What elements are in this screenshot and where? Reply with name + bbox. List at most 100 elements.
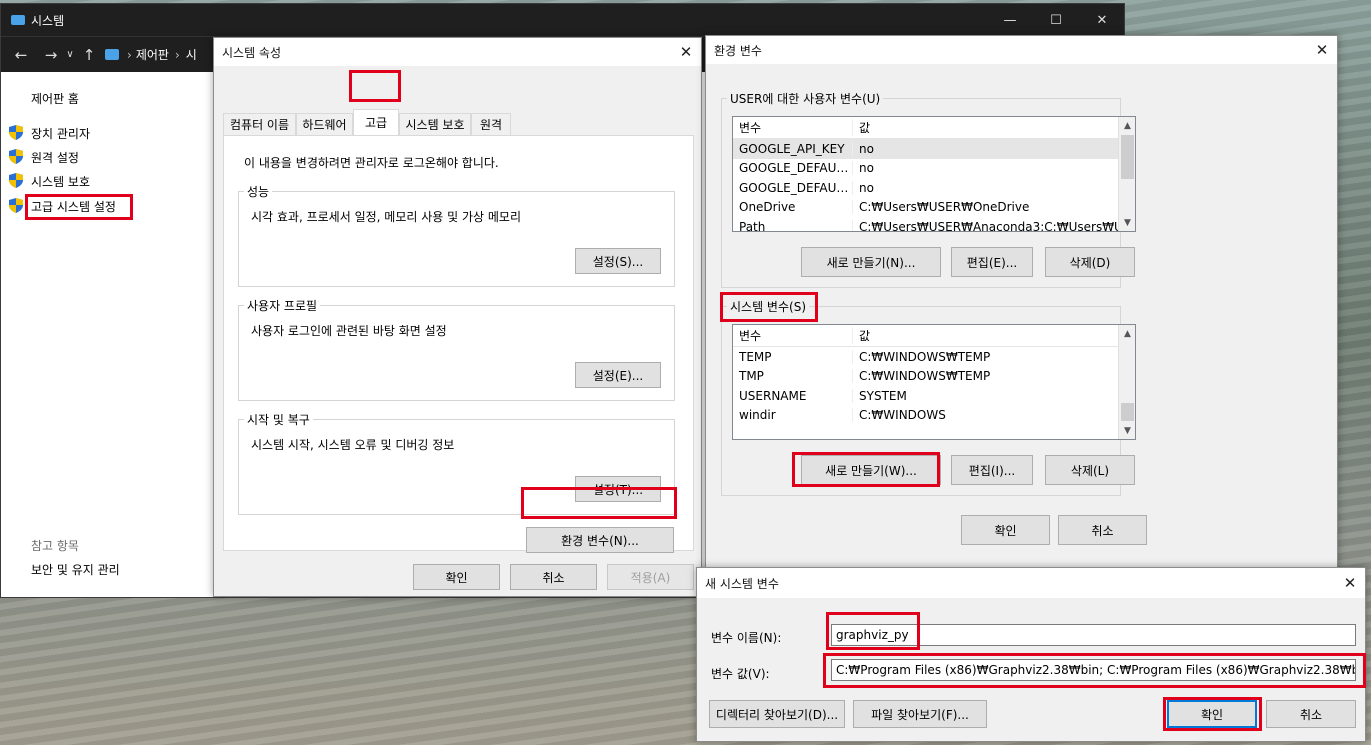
user-variables-group-title: USER에 대한 사용자 변수(U) <box>727 90 884 107</box>
breadcrumb-system[interactable]: 시 <box>186 46 197 63</box>
tab-system-protection[interactable]: 시스템 보호 <box>399 113 471 135</box>
shield-icon <box>9 198 23 213</box>
chevron-down-icon[interactable]: ∨ <box>63 49 77 60</box>
highlight-box <box>25 194 133 220</box>
dialog-title: 환경 변수 <box>714 43 762 58</box>
system-variables-list[interactable]: 변수 값 TEMP C:₩WINDOWS₩TEMP TMP C:₩WINDOWS₩TE… <box>732 324 1136 440</box>
list-item[interactable]: windir C:₩WINDOWS <box>733 406 1135 426</box>
variable-value-label: 변수 값(V): <box>711 667 770 681</box>
cancel-button[interactable]: 취소 <box>1266 700 1356 728</box>
close-icon[interactable]: ✕ <box>1307 36 1337 64</box>
tab-remote[interactable]: 원격 <box>471 113 511 135</box>
system-window-titlebar: 시스템 — ☐ ✕ <box>1 4 1124 36</box>
sidebar-item-device-manager[interactable]: 장치 관리자 <box>9 125 91 142</box>
performance-group-title: 성능 <box>244 183 273 200</box>
forward-arrow-icon[interactable]: → <box>39 46 63 64</box>
scrollbar[interactable]: ▲ ▼ <box>1118 325 1135 439</box>
sidebar-security-maintenance-link[interactable]: 보안 및 유지 관리 <box>31 561 120 578</box>
see-also-title: 참고 항목 <box>31 539 79 553</box>
sidebar-item-label: 장치 관리자 <box>31 127 91 141</box>
scroll-down-icon: ▼ <box>1124 217 1131 228</box>
breadcrumb-separator-icon: › <box>127 47 132 62</box>
user-profile-group: 사용자 프로필 사용자 로그인에 관련된 바탕 화면 설정 설정(E)... <box>238 297 675 401</box>
user-profile-group-title: 사용자 프로필 <box>244 297 321 314</box>
list-item[interactable]: TEMP C:₩WINDOWS₩TEMP <box>733 347 1135 367</box>
scroll-up-icon: ▲ <box>1124 120 1131 131</box>
system-delete-button[interactable]: 삭제(L) <box>1045 455 1135 485</box>
performance-settings-button[interactable]: 설정(S)... <box>575 248 661 274</box>
sidebar-item-remote-settings[interactable]: 원격 설정 <box>9 149 79 166</box>
close-icon[interactable]: ✕ <box>1335 568 1365 598</box>
minimize-icon[interactable]: — <box>987 4 1033 36</box>
highlight-box <box>792 452 940 487</box>
breadcrumb-separator-icon: › <box>174 47 180 62</box>
sidebar-item-label: 원격 설정 <box>31 151 79 165</box>
tab-advanced[interactable]: 고급 <box>353 109 399 135</box>
column-variable[interactable]: 변수 <box>733 119 853 136</box>
scroll-up-icon: ▲ <box>1124 328 1131 339</box>
list-item[interactable]: Path C:₩Users₩USER₩Anaconda3;C:₩Users₩USE… <box>733 217 1135 231</box>
sidebar-item-system-protection[interactable]: 시스템 보호 <box>9 173 91 190</box>
highlight-box <box>826 612 920 650</box>
scrollbar[interactable]: ▲ ▼ <box>1118 117 1135 231</box>
user-profile-desc: 사용자 로그인에 관련된 바탕 화면 설정 <box>251 324 447 338</box>
startup-recovery-desc: 시스템 시작, 시스템 오류 및 디버깅 정보 <box>251 438 455 452</box>
tab-computer-name[interactable]: 컴퓨터 이름 <box>223 113 296 135</box>
system-properties-titlebar: 시스템 속성 ✕ <box>214 38 701 66</box>
browse-file-button[interactable]: 파일 찾아보기(F)... <box>853 700 987 728</box>
column-value[interactable]: 값 <box>853 119 1135 136</box>
list-item[interactable]: USERNAME SYSTEM <box>733 386 1135 406</box>
variable-name-label: 변수 이름(N): <box>711 631 782 645</box>
user-variables-list[interactable]: 변수 값 GOOGLE_API_KEY no GOOGLE_DEFAULT... no… <box>732 116 1136 232</box>
highlight-box <box>823 653 1366 688</box>
shield-icon <box>9 149 23 164</box>
list-header: 변수 값 <box>733 117 1135 139</box>
maximize-icon[interactable]: ☐ <box>1033 4 1079 36</box>
highlight-box <box>1163 697 1262 731</box>
highlight-box <box>720 292 818 322</box>
dialog-title: 새 시스템 변수 <box>705 576 779 591</box>
list-header: 변수 값 <box>733 325 1135 347</box>
up-arrow-icon[interactable]: ↑ <box>77 46 101 64</box>
environment-variables-button[interactable]: 환경 변수(N)... <box>526 527 674 553</box>
system-window-title: 시스템 <box>31 13 65 28</box>
list-item[interactable]: OneDrive C:₩Users₩USER₩OneDrive <box>733 198 1135 218</box>
system-app-icon <box>11 15 25 25</box>
list-item[interactable]: GOOGLE_DEFAULT... no <box>733 159 1135 179</box>
close-icon[interactable]: ✕ <box>1079 4 1125 36</box>
close-icon[interactable]: ✕ <box>671 38 701 66</box>
control-panel-icon <box>105 49 119 60</box>
column-value[interactable]: 값 <box>853 327 1135 344</box>
system-edit-button[interactable]: 편집(I)... <box>951 455 1033 485</box>
shield-icon <box>9 173 23 188</box>
user-edit-button[interactable]: 편집(E)... <box>951 247 1033 277</box>
list-item[interactable]: GOOGLE_DEFAULT... no <box>733 178 1135 198</box>
new-variable-titlebar: 새 시스템 변수 ✕ <box>697 568 1365 598</box>
back-arrow-icon[interactable]: ← <box>9 46 33 64</box>
performance-desc: 시각 효과, 프로세서 일정, 메모리 사용 및 가상 메모리 <box>251 210 521 224</box>
startup-recovery-group-title: 시작 및 복구 <box>244 411 313 428</box>
shield-icon <box>9 125 23 140</box>
scroll-down-icon: ▼ <box>1124 425 1131 436</box>
browse-directory-button[interactable]: 디렉터리 찾아보기(D)... <box>709 700 845 728</box>
dialog-title: 시스템 속성 <box>222 45 282 60</box>
highlight-box <box>521 487 677 519</box>
list-item[interactable]: TMP C:₩WINDOWS₩TEMP <box>733 367 1135 387</box>
performance-group: 성능 시각 효과, 프로세서 일정, 메모리 사용 및 가상 메모리 설정(S)… <box>238 183 675 287</box>
tab-hardware[interactable]: 하드웨어 <box>296 113 353 135</box>
breadcrumb-control-panel[interactable]: 제어판 <box>136 46 169 63</box>
list-item[interactable]: GOOGLE_API_KEY no <box>733 139 1135 159</box>
admin-notice: 이 내용을 변경하려면 관리자로 로그온해야 합니다. <box>244 156 499 170</box>
cancel-button[interactable]: 취소 <box>510 564 597 590</box>
user-new-button[interactable]: 새로 만들기(N)... <box>801 247 941 277</box>
apply-button[interactable]: 적용(A) <box>607 564 694 590</box>
user-profile-settings-button[interactable]: 설정(E)... <box>575 362 661 388</box>
sidebar-item-label: 시스템 보호 <box>31 175 91 189</box>
ok-button[interactable]: 확인 <box>413 564 500 590</box>
user-delete-button[interactable]: 삭제(D) <box>1045 247 1135 277</box>
environment-variables-titlebar: 환경 변수 ✕ <box>706 36 1337 64</box>
sidebar-control-panel-home[interactable]: 제어판 홈 <box>31 90 79 107</box>
ok-button[interactable]: 확인 <box>961 515 1050 545</box>
column-variable[interactable]: 변수 <box>733 327 853 344</box>
cancel-button[interactable]: 취소 <box>1058 515 1147 545</box>
